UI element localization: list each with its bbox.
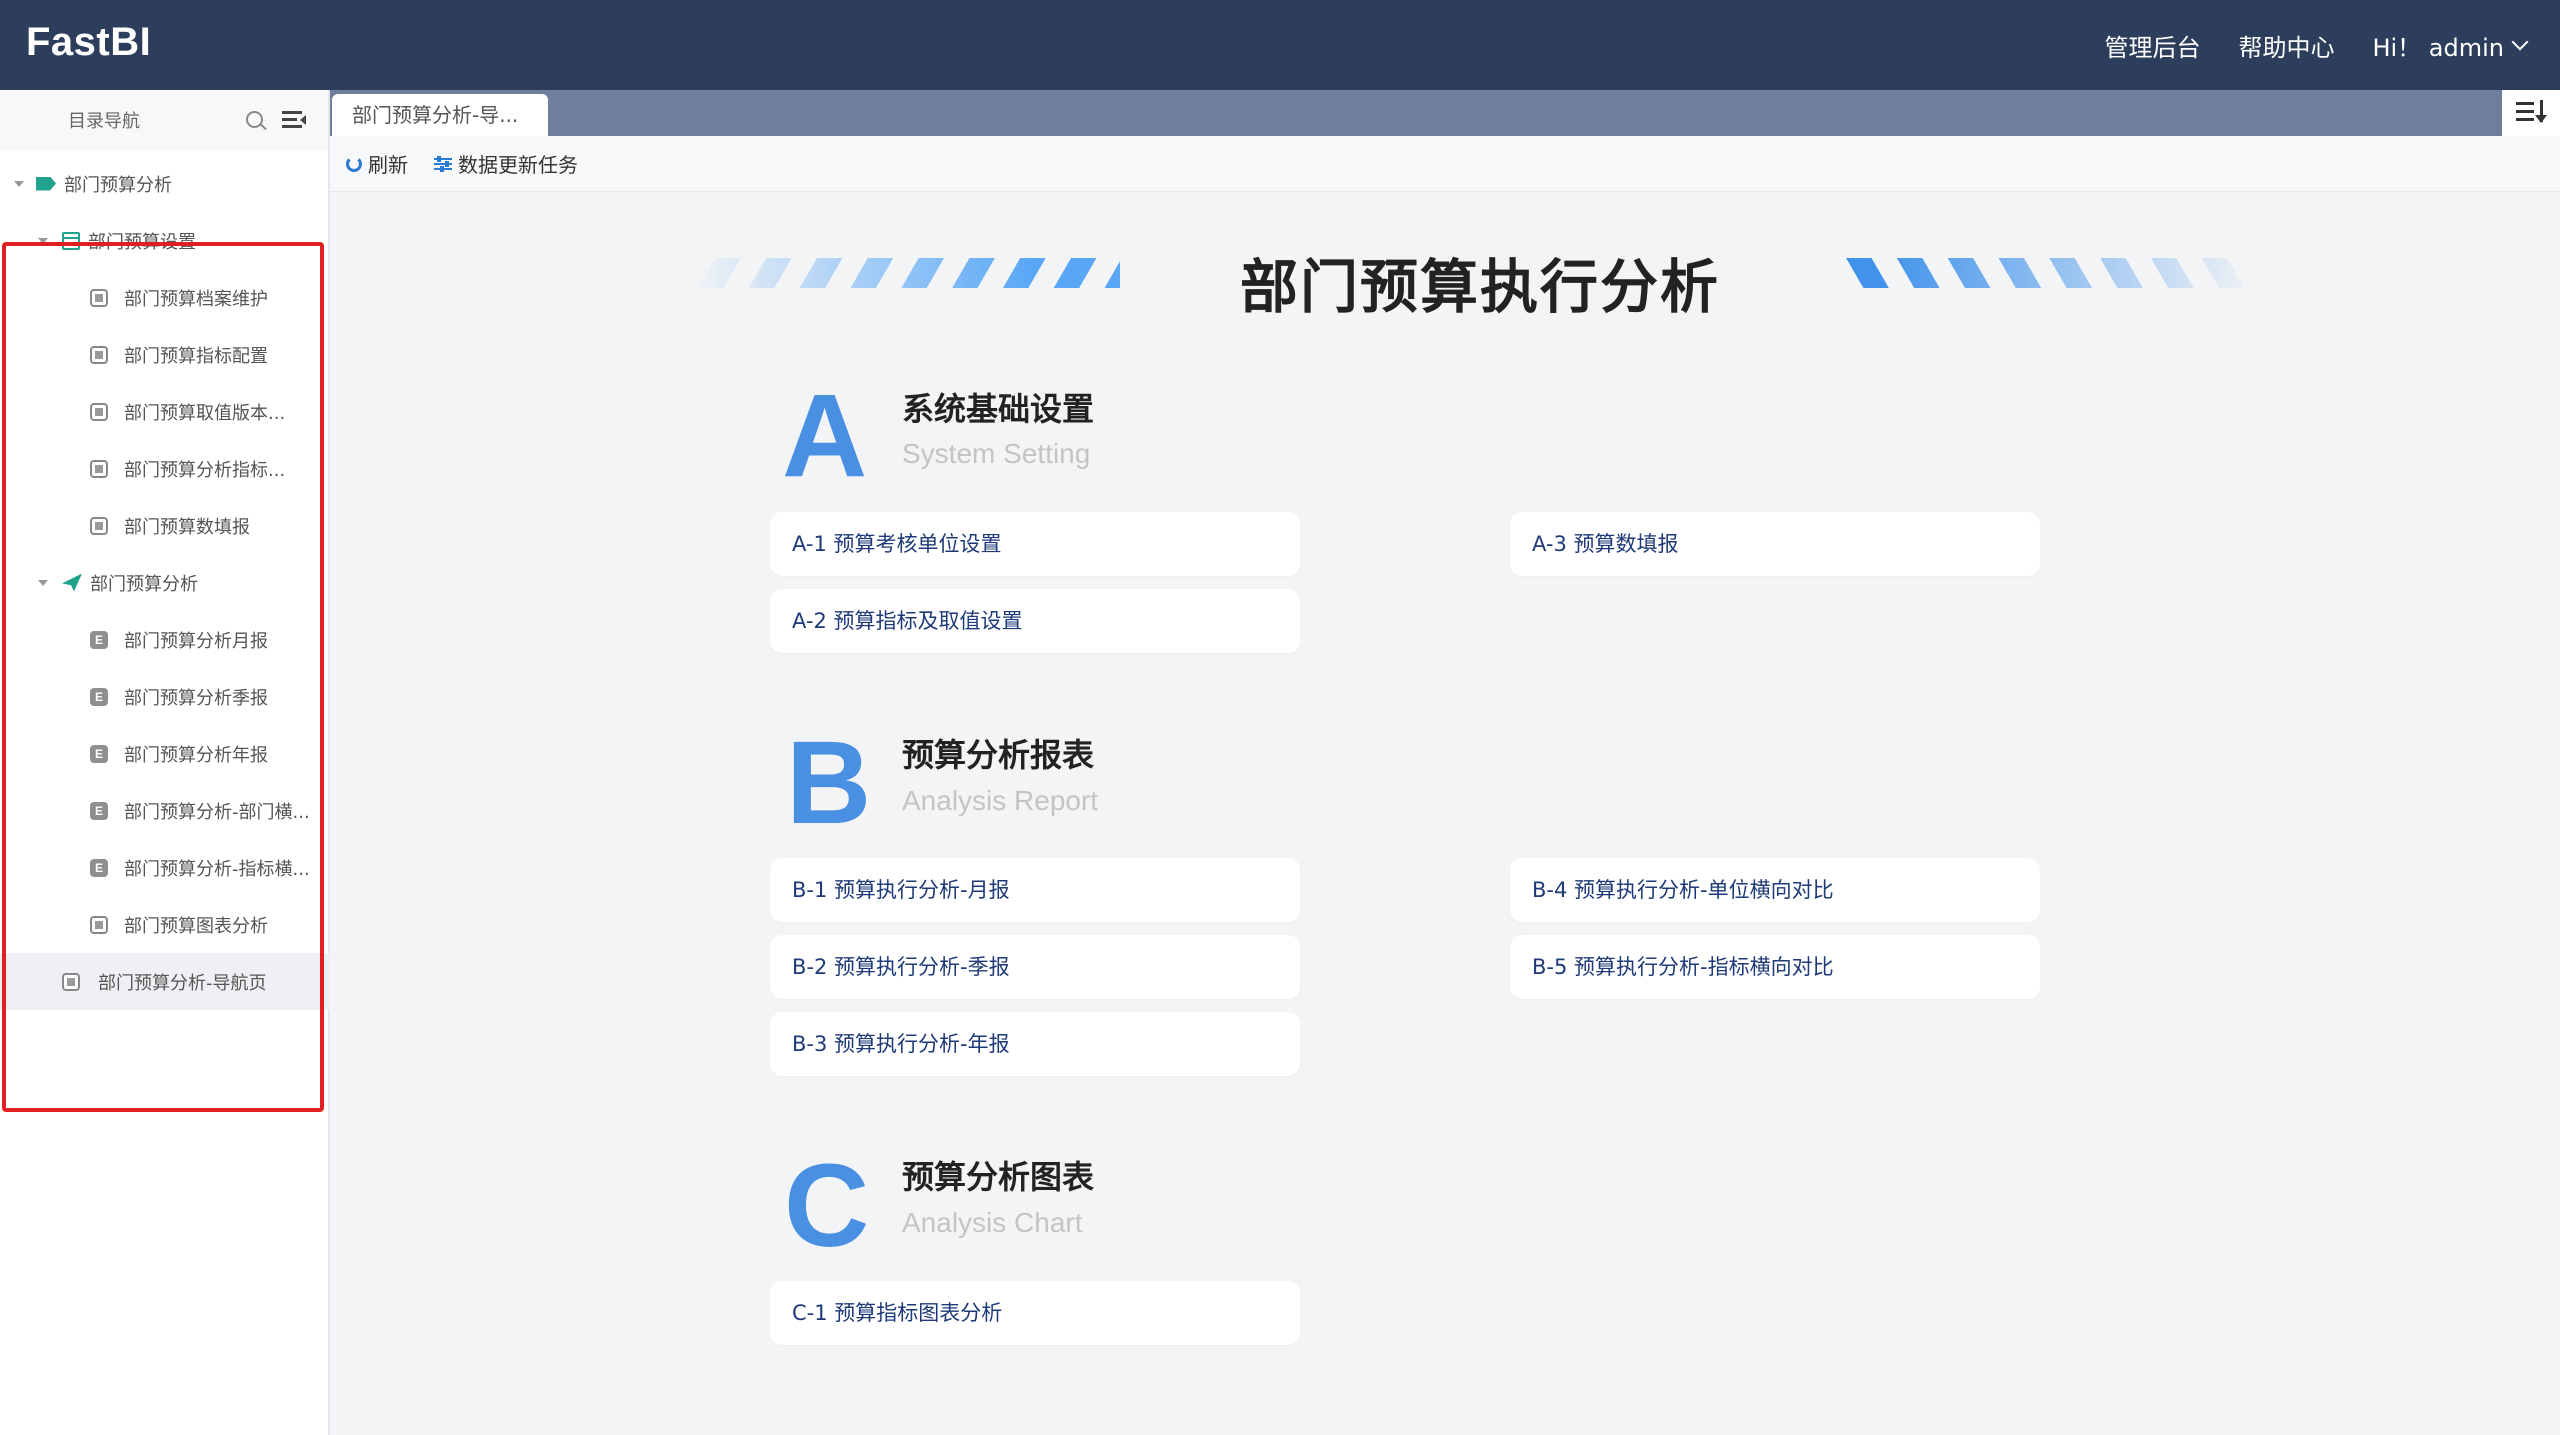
excel-icon: E xyxy=(90,801,108,820)
calendar-icon xyxy=(62,231,80,250)
directory-tree: 部门预算分析 部门预算设置 部门预算档案维护 部门预算指标配置 部门预算取值版本… xyxy=(0,155,330,1010)
tree-node-label: 部门预算取值版本... xyxy=(124,402,286,424)
tree-node-quarterly-report[interactable]: E 部门预算分析季报 xyxy=(0,668,330,725)
section-c-title: 预算分析图表 xyxy=(902,1158,1095,1196)
tree-node-indicator-comparison[interactable]: E 部门预算分析-指标横... xyxy=(0,839,330,896)
caret-down-icon[interactable] xyxy=(14,180,24,187)
tree-node-annual-report[interactable]: E 部门预算分析年报 xyxy=(0,725,330,782)
sidebar-header: 目录导航 xyxy=(0,90,328,150)
tree-node-value-version[interactable]: 部门预算取值版本... xyxy=(0,383,330,440)
tree-node-chart-analysis[interactable]: 部门预算图表分析 xyxy=(0,896,330,953)
tree-node-label: 部门预算分析季报 xyxy=(124,687,268,709)
document-icon xyxy=(90,915,108,934)
tree-node-label: 部门预算分析-指标横... xyxy=(124,858,310,880)
toolbar: 刷新 数据更新任务 xyxy=(330,136,2560,192)
tree-node-budget-analysis-group[interactable]: 部门预算分析 xyxy=(0,554,330,611)
tree-node-label: 部门预算指标配置 xyxy=(124,345,268,367)
document-icon xyxy=(90,402,108,421)
tree-node-navigation-page[interactable]: 部门预算分析-导航页 xyxy=(0,953,330,1010)
tree-node-dept-comparison[interactable]: E 部门预算分析-部门横... xyxy=(0,782,330,839)
tree-node-label: 部门预算档案维护 xyxy=(124,288,268,310)
tree-node-archive-maintenance[interactable]: 部门预算档案维护 xyxy=(0,269,330,326)
sidebar: 目录导航 部门预算分析 部门预算设置 部门预算档案维护 部门预算指标配置 部门预… xyxy=(0,90,330,1435)
tree-node-label: 部门预算分析年报 xyxy=(124,744,268,766)
user-greeting: Hi！ admin xyxy=(2372,33,2504,62)
tree-node-indicator-config[interactable]: 部门预算指标配置 xyxy=(0,326,330,383)
excel-icon: E xyxy=(90,744,108,763)
tree-node-budget-analysis-root[interactable]: 部门预算分析 xyxy=(0,155,330,212)
tree-node-label: 部门预算分析 xyxy=(64,174,172,196)
page-title: 部门预算执行分析 xyxy=(1239,253,1720,321)
link-a3[interactable]: A-3 预算数填报 xyxy=(1510,512,2040,576)
document-icon xyxy=(62,972,80,991)
section-b-letter: B xyxy=(786,717,872,849)
collapse-sidebar-icon[interactable] xyxy=(282,110,306,130)
chevron-down-icon xyxy=(2511,33,2529,51)
tree-node-label: 部门预算分析-导航页 xyxy=(98,972,267,994)
sidebar-title: 目录导航 xyxy=(68,111,140,132)
header-nav: 管理后台 帮助中心 Hi！ admin xyxy=(2104,0,2529,90)
tag-icon xyxy=(36,176,56,191)
tree-node-label: 部门预算图表分析 xyxy=(124,915,268,937)
tree-node-analysis-indicator[interactable]: 部门预算分析指标... xyxy=(0,440,330,497)
tab-menu-sort-icon[interactable] xyxy=(2502,90,2560,136)
section-c-letter: C xyxy=(784,1140,870,1272)
section-a-subtitle: System Setting xyxy=(902,438,1091,469)
caret-down-icon[interactable] xyxy=(38,579,48,586)
help-center-link[interactable]: 帮助中心 xyxy=(2238,28,2334,63)
data-update-task-button[interactable]: 数据更新任务 xyxy=(434,149,578,178)
caret-down-icon[interactable] xyxy=(38,237,48,244)
excel-icon: E xyxy=(90,858,108,877)
link-b1[interactable]: B-1 预算执行分析-月报 xyxy=(770,858,1300,922)
link-c1[interactable]: C-1 预算指标图表分析 xyxy=(770,1281,1300,1345)
section-b-title: 预算分析报表 xyxy=(902,736,1095,774)
paper-plane-icon xyxy=(62,573,82,592)
app-logo: FastBI xyxy=(26,20,152,64)
tree-node-budget-settings[interactable]: 部门预算设置 xyxy=(0,212,330,269)
data-update-task-label: 数据更新任务 xyxy=(458,153,578,177)
tab-navigation-page[interactable]: 部门预算分析-导... xyxy=(332,94,548,136)
decorative-stripes-right xyxy=(1838,258,2258,288)
tree-node-label: 部门预算数填报 xyxy=(124,516,250,538)
section-b-subtitle: Analysis Report xyxy=(902,785,1099,816)
document-icon xyxy=(90,288,108,307)
excel-icon: E xyxy=(90,630,108,649)
tree-node-label: 部门预算分析月报 xyxy=(124,630,268,652)
admin-console-link[interactable]: 管理后台 xyxy=(2104,28,2200,63)
link-b3[interactable]: B-3 预算执行分析-年报 xyxy=(770,1012,1300,1076)
tree-node-label: 部门预算分析 xyxy=(90,573,198,595)
refresh-button[interactable]: 刷新 xyxy=(346,149,408,178)
link-a1[interactable]: A-1 预算考核单位设置 xyxy=(770,512,1300,576)
tree-node-label: 部门预算设置 xyxy=(88,231,196,253)
section-a-title: 系统基础设置 xyxy=(902,390,1095,428)
link-b4[interactable]: B-4 预算执行分析-单位横向对比 xyxy=(1510,858,2040,922)
link-b5[interactable]: B-5 预算执行分析-指标横向对比 xyxy=(1510,935,2040,999)
document-icon xyxy=(90,516,108,535)
sliders-icon xyxy=(434,155,452,172)
section-c-subtitle: Analysis Chart xyxy=(902,1207,1083,1238)
tree-node-budget-fill[interactable]: 部门预算数填报 xyxy=(0,497,330,554)
link-a2[interactable]: A-2 预算指标及取值设置 xyxy=(770,589,1300,653)
tree-node-monthly-report[interactable]: E 部门预算分析月报 xyxy=(0,611,330,668)
document-icon xyxy=(90,345,108,364)
link-b2[interactable]: B-2 预算执行分析-季报 xyxy=(770,935,1300,999)
decorative-stripes-left xyxy=(690,258,1120,288)
search-icon[interactable] xyxy=(246,111,263,128)
user-menu[interactable]: Hi！ admin xyxy=(2372,28,2529,63)
tab-bar: 部门预算分析-导... xyxy=(330,90,2560,136)
excel-icon: E xyxy=(90,687,108,706)
top-header: FastBI 管理后台 帮助中心 Hi！ admin xyxy=(0,0,2560,90)
tree-node-label: 部门预算分析指标... xyxy=(124,459,286,481)
refresh-icon xyxy=(346,155,362,172)
tree-node-label: 部门预算分析-部门横... xyxy=(124,801,310,823)
refresh-label: 刷新 xyxy=(368,153,408,177)
document-icon xyxy=(90,459,108,478)
section-a-letter: A xyxy=(782,370,868,502)
